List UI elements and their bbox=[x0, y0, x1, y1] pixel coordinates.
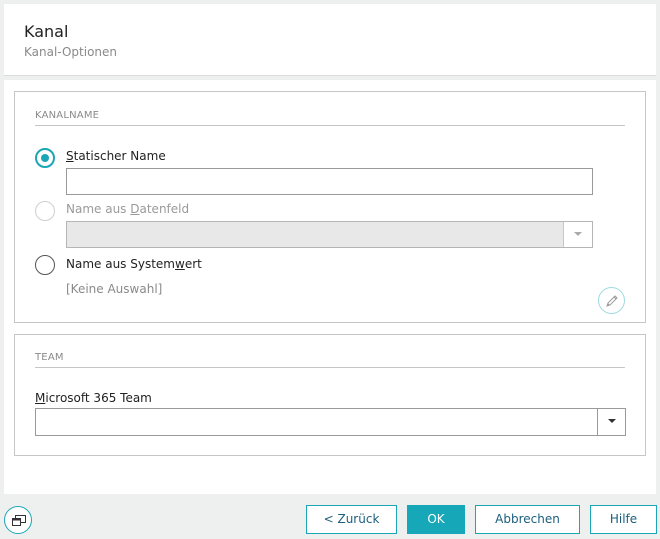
dialog-header: Kanal Kanal-Optionen bbox=[4, 4, 656, 76]
team-dropdown-button[interactable] bbox=[597, 409, 625, 435]
channel-name-section-title: KANALNAME bbox=[35, 110, 100, 121]
radio-dot bbox=[41, 154, 49, 162]
back-button[interactable]: < Zurück bbox=[306, 505, 397, 534]
radio-datafield-name-label: Name aus Datenfeld bbox=[66, 202, 190, 216]
datafield-combobox bbox=[66, 221, 593, 248]
datafield-dropdown-button bbox=[563, 222, 592, 247]
chevron-down-icon bbox=[608, 419, 616, 423]
help-button[interactable]: Hilfe bbox=[590, 505, 657, 534]
window-icon bbox=[12, 515, 26, 526]
edit-system-value-button[interactable] bbox=[598, 287, 625, 314]
radio-system-value-name-label[interactable]: Name aus Systemwert bbox=[66, 257, 202, 271]
radio-static-name[interactable] bbox=[35, 148, 55, 168]
channel-name-section: KANALNAME Statischer Name Name aus Daten… bbox=[14, 91, 646, 323]
team-section-title: TEAM bbox=[35, 352, 64, 363]
dialog-title: Kanal bbox=[24, 22, 69, 41]
ok-button[interactable]: OK bbox=[407, 505, 465, 534]
team-combobox[interactable] bbox=[35, 408, 626, 436]
chevron-down-icon bbox=[574, 232, 582, 236]
section-divider bbox=[35, 367, 625, 368]
system-value-placeholder: [Keine Auswahl] bbox=[66, 282, 163, 296]
team-section: TEAM Microsoft 365 Team bbox=[14, 334, 646, 456]
cancel-button[interactable]: Abbrechen bbox=[475, 505, 580, 534]
window-icon-button[interactable] bbox=[4, 506, 32, 534]
dialog-subtitle: Kanal-Optionen bbox=[24, 45, 118, 59]
dialog-content: KANALNAME Statischer Name Name aus Daten… bbox=[4, 80, 656, 494]
radio-datafield-name bbox=[35, 201, 55, 221]
radio-static-name-label[interactable]: Statischer Name bbox=[66, 149, 166, 163]
radio-system-value-name[interactable] bbox=[35, 255, 55, 275]
pencil-icon bbox=[606, 295, 618, 307]
team-field-label: Microsoft 365 Team bbox=[35, 391, 152, 405]
section-divider bbox=[35, 125, 625, 126]
static-name-input[interactable] bbox=[66, 168, 593, 195]
